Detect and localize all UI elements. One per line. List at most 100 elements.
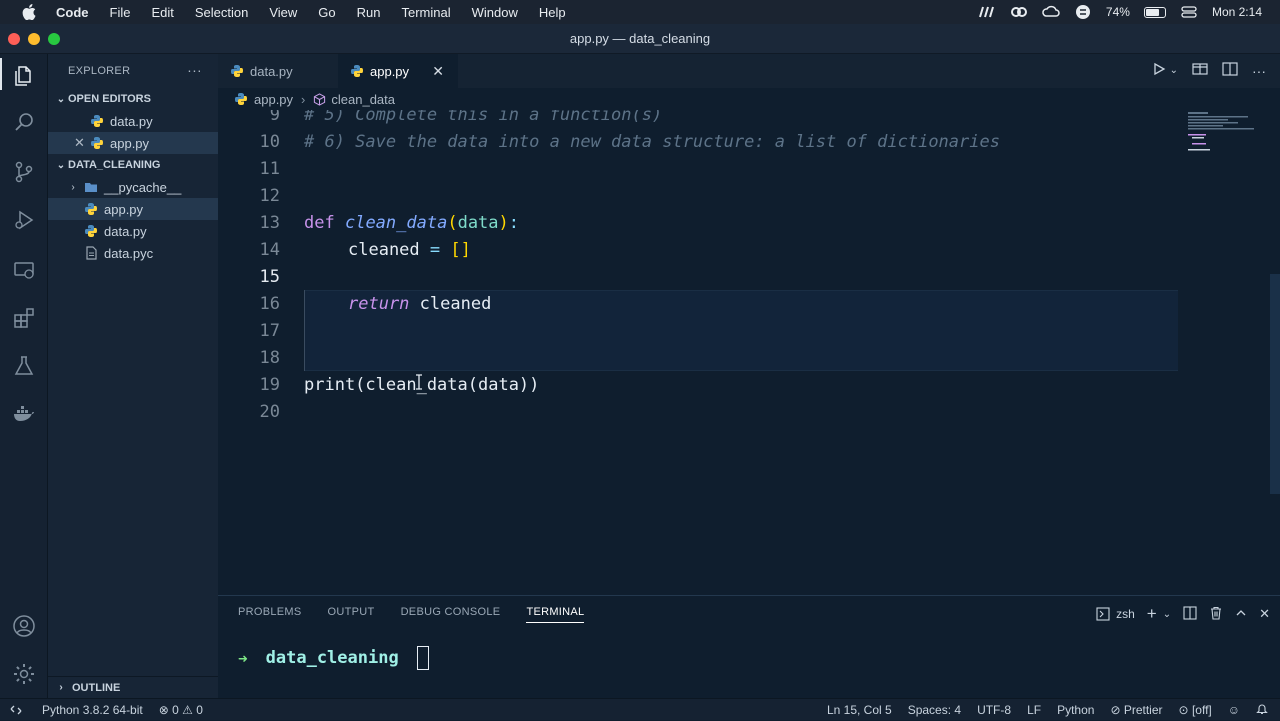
menu-go[interactable]: Go	[318, 5, 335, 20]
python-file-icon	[85, 203, 97, 215]
code-line: 11	[218, 155, 1178, 182]
file-item-data-py[interactable]: data.py	[48, 220, 218, 242]
tab-data-py[interactable]: data.py	[218, 54, 338, 88]
sync-status-icon[interactable]	[1074, 5, 1092, 19]
bottom-panel: PROBLEMS OUTPUT DEBUG CONSOLE TERMINAL z…	[218, 595, 1280, 698]
terminal-cursor	[416, 646, 429, 670]
open-editor-label: data.py	[110, 113, 153, 129]
cursor-position[interactable]: Ln 15, Col 5	[827, 703, 892, 717]
extensions-icon[interactable]	[12, 306, 36, 330]
prettier-label: Prettier	[1123, 703, 1163, 717]
apple-logo-icon[interactable]	[22, 4, 36, 20]
tab-output[interactable]: OUTPUT	[328, 606, 375, 623]
code-line-current: 15	[218, 263, 1178, 290]
close-panel-icon[interactable]: ✕	[1259, 606, 1270, 622]
encoding[interactable]: UTF-8	[977, 703, 1011, 717]
tab-problems[interactable]: PROBLEMS	[238, 606, 302, 623]
activity-bar	[0, 54, 48, 698]
battery-icon[interactable]	[1143, 6, 1166, 18]
end-of-line[interactable]: LF	[1027, 703, 1041, 717]
explorer-files-icon[interactable]	[12, 64, 36, 88]
breadcrumb: app.py › clean_data	[218, 88, 1280, 110]
bars-status-icon[interactable]	[978, 5, 996, 19]
breadcrumb-symbol[interactable]: clean_data	[331, 92, 395, 107]
menu-run[interactable]: Run	[357, 5, 381, 20]
open-editor-item-app-py[interactable]: ✕ app.py	[48, 132, 218, 154]
minimap[interactable]	[1184, 110, 1264, 170]
close-tab-icon[interactable]: ✕	[432, 63, 444, 80]
chevron-down-icon: ⌄	[56, 159, 66, 171]
split-terminal-icon[interactable]	[1183, 605, 1197, 623]
line-number: 10	[259, 131, 280, 152]
docker-icon[interactable]	[12, 402, 36, 426]
menu-edit[interactable]: Edit	[151, 5, 173, 20]
run-dropdown-chevron-icon[interactable]: ⌄	[1170, 65, 1178, 76]
code-parameter: data	[457, 212, 499, 233]
creative-cloud-icon[interactable]	[1010, 5, 1028, 19]
more-actions-icon[interactable]: ···	[1252, 63, 1266, 79]
accounts-icon[interactable]	[12, 614, 36, 638]
menu-window[interactable]: Window	[472, 5, 518, 20]
terminal-selector[interactable]: zsh	[1096, 607, 1135, 621]
explorer-more-actions-button[interactable]: ···	[187, 62, 202, 78]
menu-app-name[interactable]: Code	[56, 5, 89, 20]
line-number: 12	[259, 185, 280, 206]
open-editor-item-data-py[interactable]: data.py	[48, 110, 218, 132]
notifications-bell-icon[interactable]	[1256, 702, 1268, 718]
folder-section[interactable]: ⌄ DATA_CLEANING	[48, 154, 218, 176]
menu-terminal[interactable]: Terminal	[402, 5, 451, 20]
tab-terminal[interactable]: TERMINAL	[526, 606, 585, 623]
cloud-status-icon[interactable]	[1042, 5, 1060, 19]
new-terminal-plus-icon[interactable]: +	[1147, 604, 1157, 624]
code-text: cleaned = []	[348, 240, 471, 260]
source-control-icon[interactable]	[12, 160, 36, 184]
prettier-status[interactable]: ⊘ Prettier	[1110, 703, 1162, 717]
manage-gear-icon[interactable]	[12, 662, 36, 686]
file-item-app-py[interactable]: app.py	[48, 198, 218, 220]
active-view-indicator	[0, 58, 2, 90]
breadcrumb-file[interactable]: app.py	[254, 92, 293, 107]
language-mode[interactable]: Python	[1057, 703, 1094, 717]
clock[interactable]: Mon 2:14	[1212, 5, 1262, 19]
live-share-status[interactable]: ⊙ [off]	[1179, 703, 1212, 717]
terminal-output[interactable]: ➜ data_cleaning	[238, 646, 429, 670]
control-center-icon[interactable]	[1180, 5, 1198, 19]
shell-name: zsh	[1116, 607, 1135, 621]
menu-view[interactable]: View	[269, 5, 297, 20]
tab-label: data.py	[250, 63, 293, 79]
python-interpreter[interactable]: Python 3.8.2 64-bit	[42, 703, 143, 717]
open-editors-section[interactable]: ⌄ OPEN EDITORS	[48, 88, 218, 110]
file-item-data-pyc[interactable]: data.pyc	[48, 242, 218, 264]
run-debug-icon[interactable]	[12, 208, 36, 232]
outline-section[interactable]: › OUTLINE	[48, 676, 218, 698]
run-file-icon[interactable]	[1152, 62, 1166, 79]
tab-app-py[interactable]: app.py ✕	[338, 54, 458, 88]
code-text: def clean_data(data):	[304, 212, 520, 233]
open-editors-label: OPEN EDITORS	[68, 93, 151, 105]
remote-indicator-icon[interactable]	[0, 699, 32, 721]
close-editor-icon[interactable]: ✕	[74, 135, 85, 151]
menu-selection[interactable]: Selection	[195, 5, 248, 20]
line-number: 11	[259, 158, 280, 179]
testing-flask-icon[interactable]	[12, 354, 36, 378]
search-icon[interactable]	[12, 110, 36, 134]
line-number: 14	[259, 239, 280, 260]
tab-debug-console[interactable]: DEBUG CONSOLE	[401, 606, 501, 623]
feedback-icon[interactable]: ☺	[1228, 703, 1240, 717]
folder-icon	[85, 183, 97, 192]
file-label: __pycache__	[104, 179, 182, 195]
open-preview-icon[interactable]	[1192, 62, 1208, 79]
maximize-panel-chevron-up-icon[interactable]	[1235, 607, 1247, 622]
kill-terminal-trash-icon[interactable]	[1209, 606, 1223, 623]
vertical-scrollbar[interactable]	[1270, 274, 1280, 494]
editor-group: data.py app.py ✕ ⌄ ··· app.py › clean_da…	[218, 54, 1280, 595]
remote-explorer-icon[interactable]	[12, 258, 36, 282]
menu-help[interactable]: Help	[539, 5, 566, 20]
code-editor[interactable]: 9 # 5) Complete this in a function(s) 10…	[218, 110, 1178, 595]
indentation[interactable]: Spaces: 4	[908, 703, 961, 717]
terminal-dropdown-chevron-icon[interactable]: ⌄	[1163, 609, 1171, 620]
menu-file[interactable]: File	[110, 5, 131, 20]
problems-counter[interactable]: ⊗ 0 ⚠ 0	[159, 703, 203, 717]
folder-item-pycache[interactable]: › __pycache__	[48, 176, 218, 198]
split-editor-icon[interactable]	[1222, 62, 1238, 79]
